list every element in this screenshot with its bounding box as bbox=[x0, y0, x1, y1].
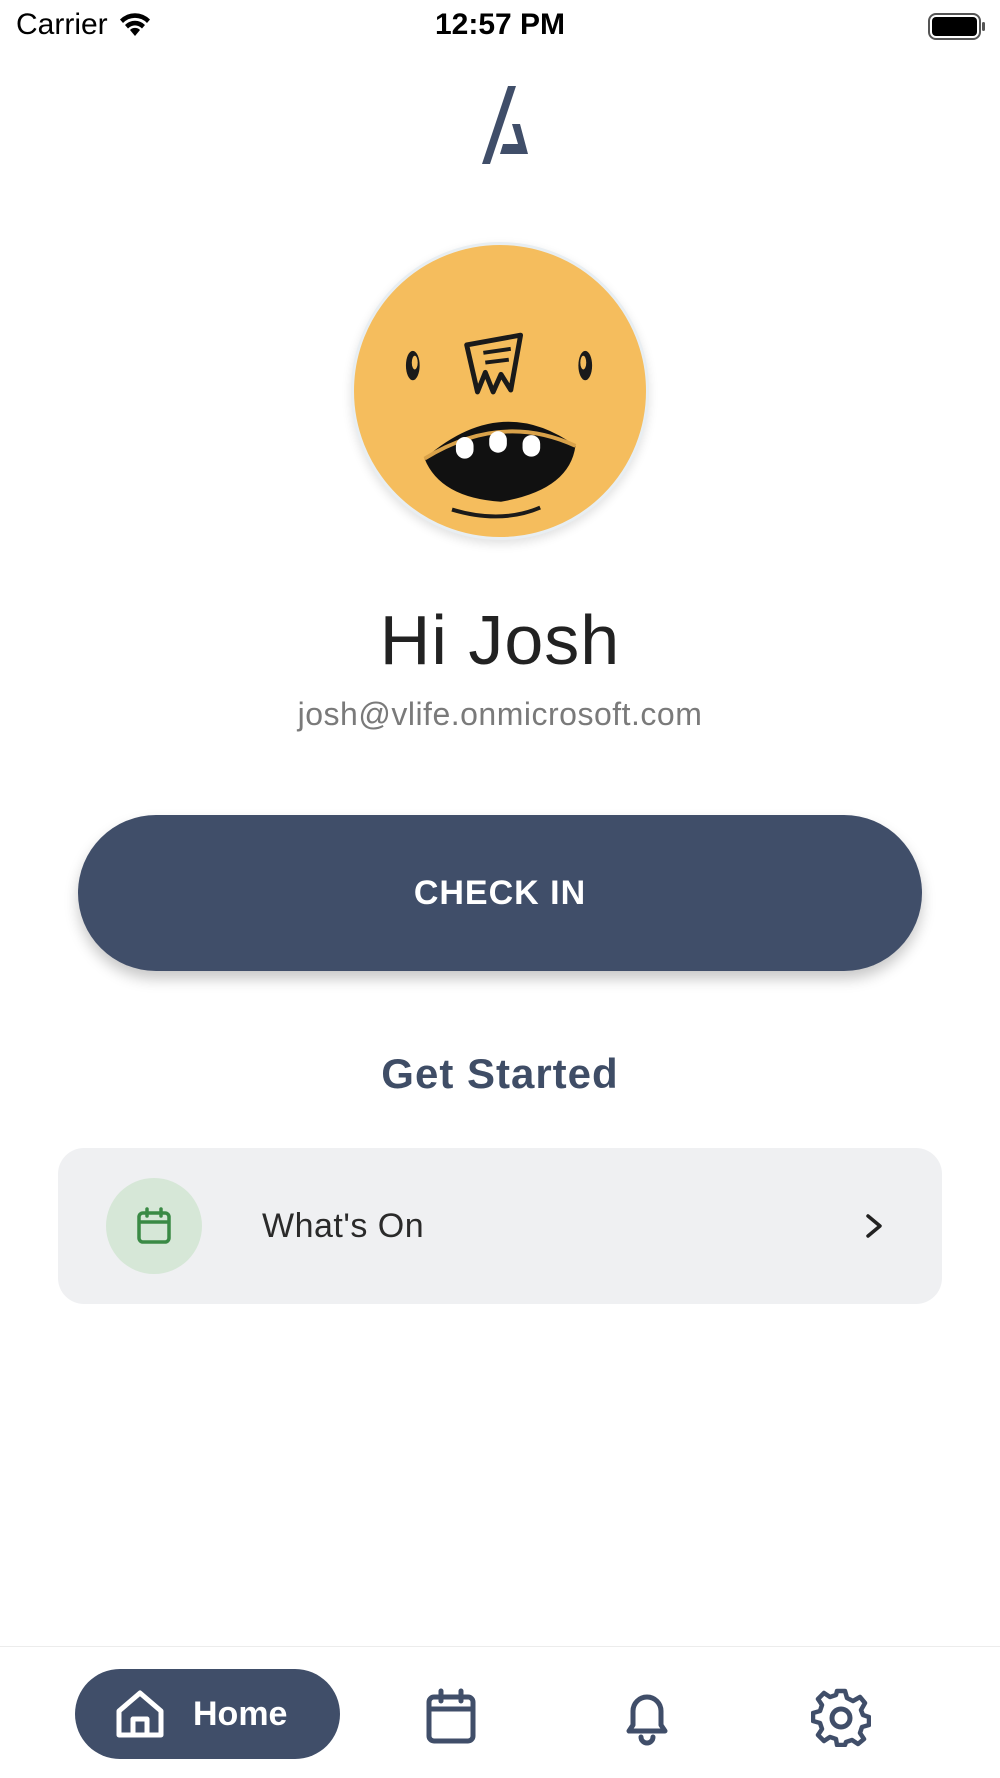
greeting-title: Hi Josh bbox=[379, 601, 621, 679]
app-logo bbox=[482, 86, 528, 164]
status-bar: Carrier 12:57 PM bbox=[0, 0, 1000, 54]
tab-home[interactable]: Home bbox=[75, 1669, 340, 1759]
get-started-heading: Get Started bbox=[381, 1050, 619, 1097]
tab-settings[interactable] bbox=[811, 1687, 871, 1747]
tab-notifications[interactable] bbox=[617, 1687, 677, 1747]
user-email: josh@vlife.onmicrosoft.com bbox=[297, 696, 703, 732]
tab-home-label: Home bbox=[193, 1694, 288, 1733]
tab-calendar[interactable] bbox=[421, 1687, 481, 1747]
home-icon bbox=[116, 1690, 164, 1738]
avatar[interactable] bbox=[351, 242, 649, 540]
calendar-icon bbox=[426, 1688, 476, 1744]
gear-icon bbox=[811, 1688, 871, 1747]
bottom-tab-bar: Home bbox=[0, 1646, 1000, 1778]
check-in-button[interactable]: CHECK IN bbox=[78, 815, 922, 971]
whats-on-icon-badge bbox=[106, 1178, 202, 1274]
avatar-face-illustration bbox=[405, 332, 593, 519]
battery-icon bbox=[928, 13, 985, 40]
status-time: 12:57 PM bbox=[434, 8, 566, 41]
bell-icon bbox=[626, 1694, 668, 1746]
calendar-icon bbox=[137, 1207, 171, 1244]
whats-on-card[interactable]: What's On bbox=[58, 1148, 942, 1304]
chevron-right-icon bbox=[866, 1214, 882, 1238]
whats-on-label: What's On bbox=[262, 1206, 425, 1245]
